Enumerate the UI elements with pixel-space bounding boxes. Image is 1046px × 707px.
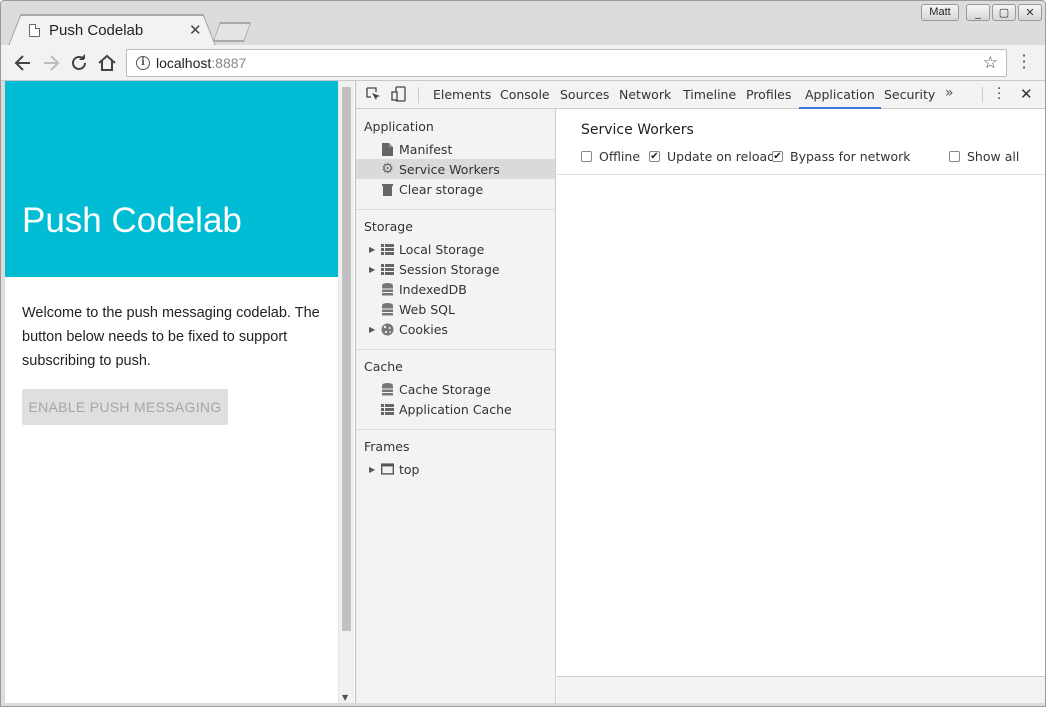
checkbox-box[interactable]: ✔ — [772, 151, 783, 162]
gear-icon: ⚙ — [381, 161, 394, 177]
application-sidebar: Application Manifest ⚙ Service Workers C… — [356, 109, 556, 703]
close-window-button[interactable]: ✕ — [1018, 4, 1042, 21]
checkbox-box[interactable] — [949, 151, 960, 162]
profile-badge[interactable]: Matt — [921, 4, 959, 21]
frame-icon — [381, 463, 394, 476]
forward-arrow-icon[interactable] — [40, 52, 62, 74]
grid-icon — [381, 243, 394, 256]
offline-checkbox[interactable]: Offline — [581, 149, 640, 164]
checkbox-box[interactable] — [581, 151, 592, 162]
reload-icon[interactable] — [68, 52, 90, 74]
browser-window: Push Codelab ✕ Matt _ ▢ ✕ i localhost:88… — [0, 0, 1046, 707]
more-tabs-icon[interactable]: » — [945, 85, 954, 101]
expand-arrow-icon[interactable]: ▶ — [369, 465, 375, 474]
page-title: Push Codelab — [22, 201, 242, 240]
grid-icon — [381, 263, 394, 276]
close-devtools-icon[interactable]: ✕ — [1020, 85, 1033, 103]
sidebar-item-application-cache[interactable]: Application Cache — [356, 399, 555, 419]
section-cache-title: Cache — [364, 359, 403, 374]
tab-timeline[interactable]: Timeline — [683, 81, 736, 108]
tab-elements[interactable]: Elements — [433, 81, 491, 108]
sidebar-item-indexeddb[interactable]: IndexedDB — [356, 279, 555, 299]
page-icon — [29, 23, 40, 37]
web-page: Push Codelab Welcome to the push messagi… — [5, 81, 338, 703]
sidebar-item-cookies[interactable]: ▶ Cookies — [356, 319, 555, 339]
sidebar-item-frame-top[interactable]: ▶ top — [356, 459, 555, 479]
devtools-menu-icon[interactable]: · · · — [997, 83, 1001, 106]
expand-arrow-icon[interactable]: ▶ — [369, 265, 375, 274]
tab-console[interactable]: Console — [500, 81, 550, 108]
address-bar[interactable]: i localhost:8887 ☆ — [126, 49, 1007, 77]
intro-text: Welcome to the push messaging codelab. T… — [22, 305, 320, 369]
sidebar-item-local-storage[interactable]: ▶ Local Storage — [356, 239, 555, 259]
expand-arrow-icon[interactable]: ▶ — [369, 325, 375, 334]
enable-push-button[interactable]: ENABLE PUSH MESSAGING — [22, 389, 228, 425]
browser-toolbar: i localhost:8887 ☆ · · · — [1, 45, 1045, 81]
sidebar-item-web-sql[interactable]: Web SQL — [356, 299, 555, 319]
sidebar-item-service-workers[interactable]: ⚙ Service Workers — [356, 159, 555, 179]
sidebar-item-manifest[interactable]: Manifest — [356, 139, 555, 159]
checkbox-box[interactable]: ✔ — [649, 151, 660, 162]
info-icon[interactable]: i — [136, 56, 150, 70]
cookie-icon — [381, 323, 394, 336]
home-icon[interactable] — [96, 52, 118, 74]
trash-icon — [381, 183, 394, 196]
service-workers-pane: Service Workers Offline ✔ Update on relo… — [557, 109, 1045, 703]
tab-application[interactable]: Application — [799, 81, 881, 109]
devtools-tabbar: Elements Console Sources Network Timelin… — [356, 81, 1045, 109]
bookmark-star-icon[interactable]: ☆ — [983, 53, 998, 73]
inspect-element-icon[interactable] — [365, 86, 381, 102]
browser-viewport: Push Codelab Welcome to the push messagi… — [5, 81, 1045, 703]
sidebar-item-clear-storage[interactable]: Clear storage — [356, 179, 555, 199]
bypass-for-network-checkbox[interactable]: ✔ Bypass for network — [772, 149, 911, 164]
update-on-reload-checkbox[interactable]: ✔ Update on reload — [649, 149, 775, 164]
database-icon — [381, 302, 394, 316]
tab-title: Push Codelab — [49, 21, 144, 39]
maximize-button[interactable]: ▢ — [992, 4, 1016, 21]
page-scrollbar[interactable]: ▼ — [338, 81, 354, 703]
tab-close-icon[interactable]: ✕ — [189, 21, 202, 39]
minimize-button[interactable]: _ — [966, 4, 990, 21]
back-arrow-icon[interactable] — [12, 52, 34, 74]
section-frames-title: Frames — [364, 439, 410, 454]
url-text: localhost:8887 — [156, 55, 247, 71]
tab-profiles[interactable]: Profiles — [746, 81, 791, 108]
browser-menu-icon[interactable]: · · · — [1018, 48, 1030, 76]
device-mode-icon[interactable] — [391, 86, 407, 102]
pane-title: Service Workers — [581, 122, 694, 138]
grid-icon — [381, 403, 394, 416]
sidebar-item-cache-storage[interactable]: Cache Storage — [356, 379, 555, 399]
devtools-panel: Elements Console Sources Network Timelin… — [355, 81, 1045, 703]
scroll-down-arrow-icon[interactable]: ▼ — [342, 693, 348, 702]
section-application-title: Application — [364, 119, 434, 134]
tab-strip: Push Codelab ✕ Matt _ ▢ ✕ — [1, 1, 1045, 46]
sidebar-item-session-storage[interactable]: ▶ Session Storage — [356, 259, 555, 279]
hero-banner: Push Codelab — [5, 81, 338, 277]
service-workers-header: Service Workers Offline ✔ Update on relo… — [557, 109, 1045, 175]
tab-security[interactable]: Security — [884, 81, 935, 108]
tab-network[interactable]: Network — [619, 81, 671, 108]
document-icon — [381, 142, 394, 156]
scrollbar-thumb[interactable] — [342, 87, 351, 631]
database-icon — [381, 382, 394, 396]
database-icon — [381, 282, 394, 296]
show-all-checkbox[interactable]: Show all — [949, 149, 1019, 164]
expand-arrow-icon[interactable]: ▶ — [369, 245, 375, 254]
section-storage-title: Storage — [364, 219, 413, 234]
devtools-statusbar — [557, 676, 1045, 703]
tab-sources[interactable]: Sources — [560, 81, 609, 108]
